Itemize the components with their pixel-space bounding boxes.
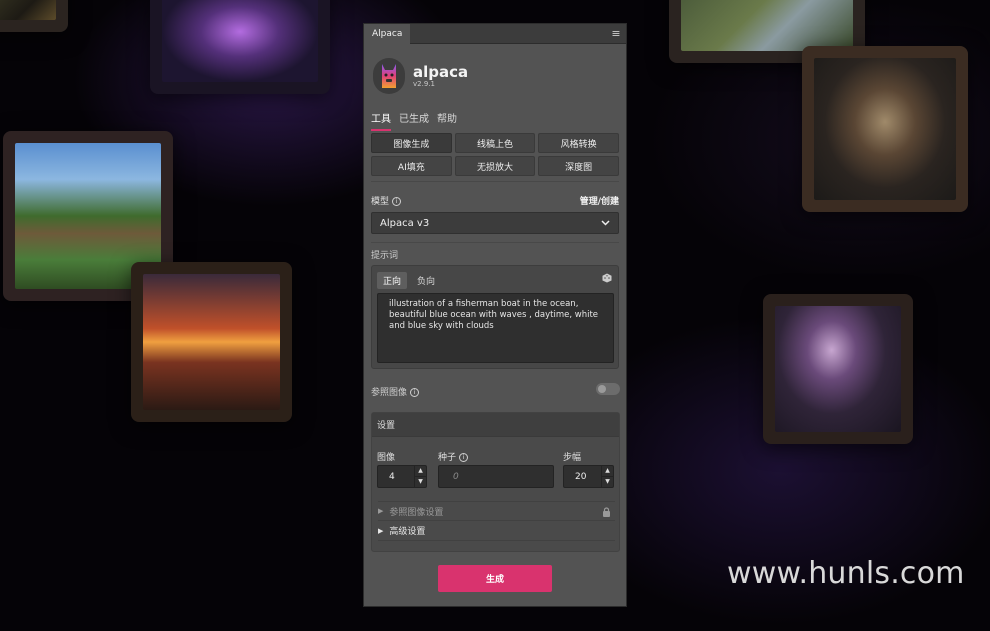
- images-count-value: 4: [389, 471, 395, 482]
- alpaca-logo-icon: [373, 58, 405, 94]
- hamburger-menu-icon[interactable]: ≡: [606, 27, 626, 40]
- steps-input[interactable]: 20 ▲ ▼: [563, 465, 614, 488]
- caret-right-icon: ▶: [378, 526, 384, 535]
- tool-image-generation-button[interactable]: 图像生成: [371, 133, 452, 153]
- steps-label: 步幅: [563, 453, 582, 463]
- gallery-image-castle: [131, 262, 292, 422]
- tool-upscale-button[interactable]: 无损放大: [454, 156, 536, 176]
- main-tabs: 工具 已生成 帮助: [371, 110, 457, 131]
- tab-help[interactable]: 帮助: [437, 110, 457, 131]
- seed-label-row: 种子 i: [438, 450, 469, 463]
- model-select-value: Alpaca v3: [380, 217, 430, 229]
- divider: [371, 181, 619, 182]
- tool-depth-map-button[interactable]: 深度图: [538, 156, 619, 176]
- increment-icon[interactable]: ▲: [602, 466, 613, 477]
- brand-header: alpaca v2.9.1: [373, 58, 468, 94]
- tool-style-transfer-button[interactable]: 风格转换: [538, 133, 619, 153]
- watermark-text: www.hunls.com: [727, 556, 965, 591]
- images-label: 图像: [377, 453, 396, 463]
- reference-image-toggle[interactable]: [596, 383, 620, 395]
- info-icon[interactable]: i: [392, 197, 402, 206]
- seed-label: 种子: [438, 453, 457, 463]
- info-icon[interactable]: i: [459, 453, 469, 462]
- images-count-input[interactable]: 4 ▲ ▼: [377, 465, 427, 488]
- prompt-textarea[interactable]: illustration of a fisherman boat in the …: [377, 293, 614, 363]
- seed-placeholder: 0: [453, 471, 459, 482]
- settings-title: 设置: [372, 413, 619, 437]
- decrement-icon[interactable]: ▼: [602, 477, 613, 487]
- info-icon[interactable]: i: [410, 388, 420, 397]
- tab-generated[interactable]: 已生成: [399, 110, 429, 131]
- random-dice-icon[interactable]: [602, 273, 612, 286]
- prompt-label: 提示词: [371, 251, 399, 261]
- prompt-tab-positive[interactable]: 正向: [377, 272, 408, 289]
- reference-image-row: 参照图像 i: [371, 385, 619, 398]
- panel-tab-title[interactable]: Alpaca: [364, 23, 411, 44]
- model-label: 模型: [371, 197, 390, 207]
- tool-ai-fill-button[interactable]: AI填充: [371, 156, 452, 176]
- seed-input[interactable]: 0: [438, 465, 554, 488]
- tool-grid: 图像生成 线稿上色 风格转换 AI填充 无损放大 深度图: [371, 133, 619, 176]
- manage-create-link[interactable]: 管理/创建: [580, 194, 619, 207]
- ref-image-settings-label: 参照图像设置: [389, 507, 444, 518]
- ref-image-settings-expander[interactable]: ▶ 参照图像设置: [378, 501, 615, 521]
- prompt-label-row: 提示词: [371, 248, 619, 261]
- gallery-image-forest: [763, 294, 913, 444]
- decrement-icon[interactable]: ▼: [415, 477, 426, 487]
- settings-section: 设置 图像 4 ▲ ▼ 种子 i 0 步幅 20 ▲ ▼ ▶ 参照图像设置 ▶ 高级设…: [371, 412, 620, 552]
- app-version: v2.9.1: [413, 80, 435, 88]
- advanced-settings-expander[interactable]: ▶ 高级设置: [378, 521, 615, 541]
- panel-header: Alpaca ≡: [364, 23, 626, 44]
- gallery-image-2: [150, 0, 330, 94]
- divider: [371, 242, 619, 243]
- increment-icon[interactable]: ▲: [415, 466, 426, 477]
- lock-icon: [602, 507, 611, 520]
- app-name: alpaca: [413, 63, 469, 81]
- prompt-tab-negative[interactable]: 负向: [411, 272, 441, 289]
- tool-lineart-coloring-button[interactable]: 线稿上色: [454, 133, 536, 153]
- gallery-image-1: [0, 0, 68, 32]
- model-select[interactable]: Alpaca v3: [371, 212, 619, 234]
- alpaca-panel: Alpaca ≡ alpaca v2.9.1 工具 已生成 帮助 图像生成 线稿…: [363, 23, 627, 607]
- chevron-down-icon: [601, 218, 610, 229]
- caret-right-icon: ▶: [378, 507, 384, 515]
- generate-button[interactable]: 生成: [438, 565, 552, 592]
- steps-value: 20: [575, 471, 587, 482]
- prompt-box: 正向 负向 illustration of a fisherman boat i…: [371, 265, 619, 369]
- tab-tools[interactable]: 工具: [371, 110, 391, 131]
- gallery-image-alpaca-warrior: [802, 46, 968, 212]
- reference-image-label: 参照图像: [371, 388, 408, 398]
- advanced-settings-label: 高级设置: [389, 527, 426, 537]
- model-label-row: 模型 i 管理/创建: [371, 194, 619, 207]
